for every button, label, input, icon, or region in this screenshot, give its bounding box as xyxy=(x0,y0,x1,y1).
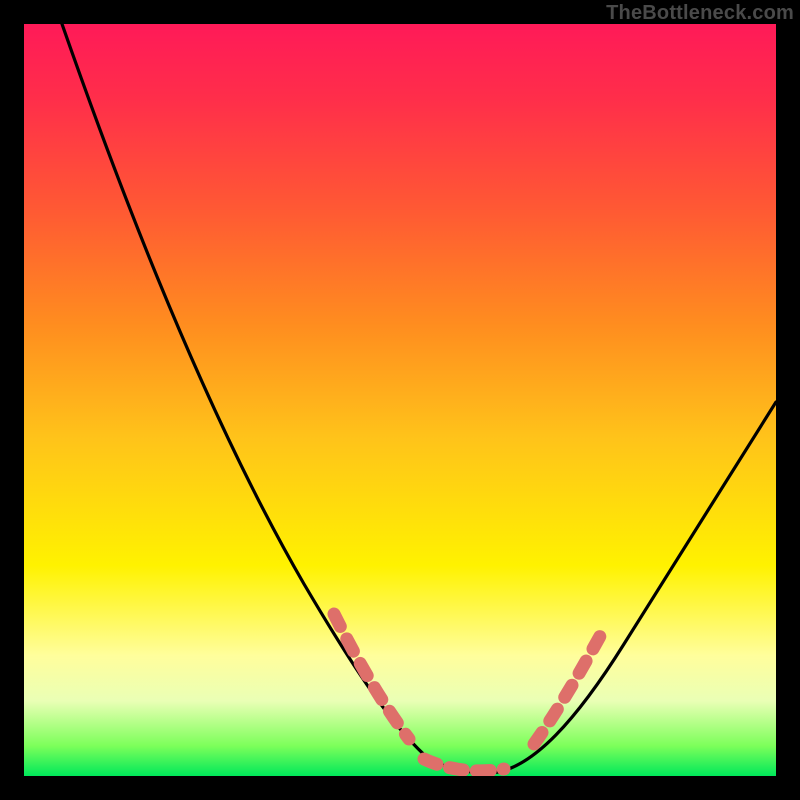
chart-svg xyxy=(24,24,776,776)
dotted-right-segment xyxy=(534,629,604,744)
watermark-text: TheBottleneck.com xyxy=(606,2,794,25)
chart-frame xyxy=(24,24,776,776)
bottleneck-curve xyxy=(62,24,776,773)
dotted-left-segment xyxy=(334,614,409,739)
dotted-bottom-segment xyxy=(424,759,504,771)
